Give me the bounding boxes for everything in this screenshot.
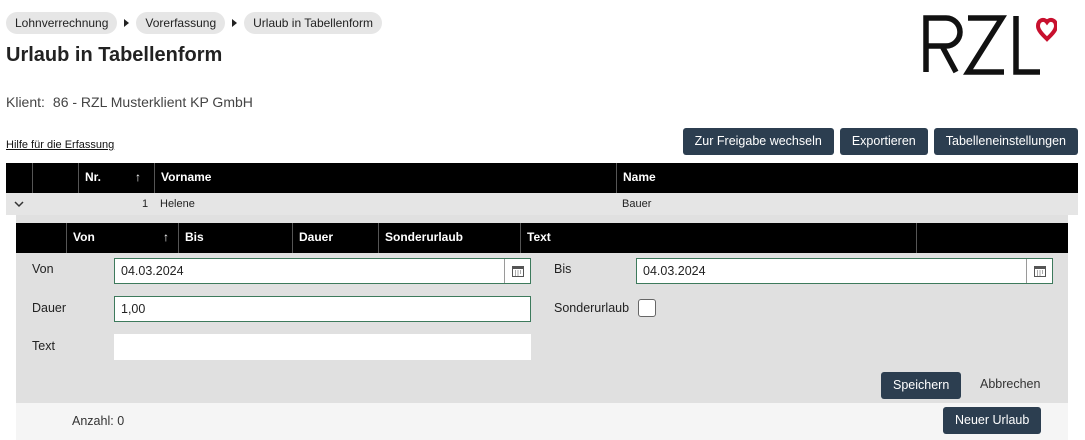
- release-button[interactable]: Zur Freigabe wechseln: [682, 128, 834, 155]
- dauer-label: Dauer: [32, 301, 67, 315]
- vacation-grid-header: Von ↑ Bis Dauer Sonderurlaub Text: [16, 223, 1068, 253]
- rzl-logo: [923, 15, 1057, 75]
- save-button[interactable]: Speichern: [881, 372, 962, 399]
- grid-header: Nr. ↑ Vorname Name: [6, 163, 1078, 193]
- column-name[interactable]: Name: [616, 163, 1078, 193]
- collapse-icon[interactable]: [14, 193, 24, 215]
- row-name: Bauer: [622, 198, 652, 210]
- page-title: Urlaub in Tabellenform: [6, 44, 223, 66]
- detail-panel: Von ↑ Bis Dauer Sonderurlaub Text Von 04…: [16, 215, 1068, 440]
- column-sonderurlaub[interactable]: Sonderurlaub: [378, 223, 520, 253]
- select-column: [16, 223, 66, 253]
- calendar-icon[interactable]: [504, 259, 530, 283]
- new-vacation-button[interactable]: Neuer Urlaub: [943, 407, 1042, 434]
- client-info: Klient: 86 - RZL Musterklient KP GmbH: [6, 94, 253, 110]
- breadcrumb-separator-icon: [124, 19, 130, 27]
- cancel-button[interactable]: Abbrechen: [968, 371, 1053, 397]
- breadcrumb-item-vorerfassung[interactable]: Vorerfassung: [136, 12, 226, 34]
- column-dauer[interactable]: Dauer: [292, 223, 378, 253]
- von-date-field[interactable]: 04.03.2024: [114, 258, 531, 284]
- toolbar: Zur Freigabe wechseln Exportieren Tabell…: [682, 128, 1078, 155]
- bis-date-value: 04.03.2024: [643, 264, 706, 278]
- select-column: [32, 163, 78, 193]
- breadcrumb-item-current[interactable]: Urlaub in Tabellenform: [244, 12, 382, 34]
- actions-column: [916, 223, 1068, 253]
- row-vorname: Helene: [160, 198, 195, 210]
- dauer-field[interactable]: 1,00: [114, 296, 531, 322]
- table-settings-button[interactable]: Tabelleneinstellungen: [933, 128, 1078, 155]
- column-vorname[interactable]: Vorname: [154, 163, 616, 193]
- client-value: 86 - RZL Musterklient KP GmbH: [52, 94, 253, 110]
- bis-label: Bis: [554, 262, 572, 276]
- dauer-value: 1,00: [121, 302, 146, 316]
- column-text[interactable]: Text: [520, 223, 916, 253]
- vacation-grid-footer: Anzahl: 0 Neuer Urlaub: [16, 403, 1068, 440]
- row-nr: 1: [142, 198, 149, 210]
- count-info: Anzahl: 0: [72, 414, 124, 428]
- breadcrumb: Lohnverrechnung Vorerfassung Urlaub in T…: [6, 12, 382, 34]
- sort-ascending-icon[interactable]: ↑: [163, 223, 169, 251]
- von-label: Von: [32, 262, 54, 276]
- breadcrumb-separator-icon: [232, 19, 238, 27]
- count-value: 0: [117, 414, 125, 428]
- sonderurlaub-label: Sonderurlaub: [554, 301, 630, 315]
- column-von[interactable]: Von ↑: [66, 223, 178, 253]
- text-field[interactable]: [114, 334, 531, 360]
- column-nr[interactable]: Nr. ↑: [78, 163, 154, 193]
- client-label: Klient:: [6, 94, 45, 110]
- von-date-value: 04.03.2024: [121, 264, 184, 278]
- count-label: Anzahl:: [72, 414, 114, 428]
- help-link[interactable]: Hilfe für die Erfassung: [6, 139, 114, 151]
- sort-ascending-icon[interactable]: ↑: [135, 163, 141, 191]
- column-bis[interactable]: Bis: [178, 223, 292, 253]
- export-button[interactable]: Exportieren: [839, 128, 928, 155]
- calendar-icon[interactable]: [1026, 259, 1052, 283]
- expand-column: [6, 163, 32, 193]
- table-row[interactable]: 1 Helene Bauer: [6, 193, 1078, 215]
- text-label: Text: [32, 339, 55, 353]
- sonderurlaub-checkbox[interactable]: [638, 299, 656, 317]
- bis-date-field[interactable]: 04.03.2024: [636, 258, 1053, 284]
- column-von-label: Von: [73, 230, 95, 244]
- breadcrumb-item-lohnverrechnung[interactable]: Lohnverrechnung: [6, 12, 118, 34]
- column-nr-label: Nr.: [85, 170, 102, 184]
